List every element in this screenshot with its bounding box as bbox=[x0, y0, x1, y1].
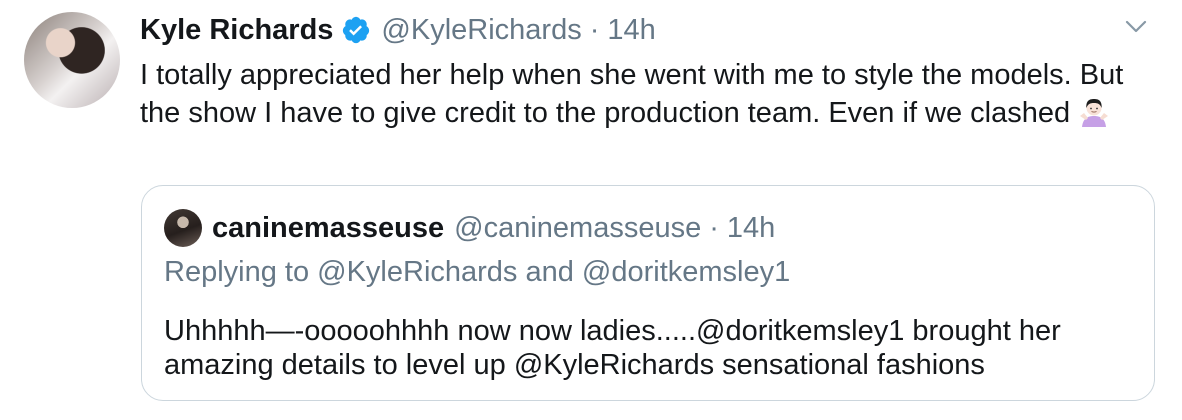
verified-badge-icon bbox=[341, 15, 371, 45]
tweet-header: Kyle Richards @KyleRichards · 14h bbox=[140, 8, 656, 52]
quoted-author-name[interactable]: caninemasseuse bbox=[212, 212, 444, 245]
quoted-separator-dot: · bbox=[709, 211, 719, 244]
author-avatar[interactable] bbox=[24, 12, 120, 108]
quoted-author-handle[interactable]: @caninemasseuse bbox=[454, 212, 701, 245]
quoted-tweet-header: caninemasseuse @caninemasseuse · 14h bbox=[164, 206, 775, 250]
quoted-tweet[interactable]: caninemasseuse @caninemasseuse · 14h Rep… bbox=[141, 185, 1155, 401]
quoted-tweet-text: Uhhhhh—-ooooohhhh now now ladies.....@do… bbox=[164, 315, 1061, 381]
tweet-text: I totally appreciated her help when she … bbox=[140, 59, 1124, 129]
replying-to: Replying to @KyleRichards and @doritkems… bbox=[164, 256, 791, 288]
author-handle[interactable]: @KyleRichards bbox=[381, 14, 581, 47]
quoted-author-avatar[interactable] bbox=[164, 209, 202, 247]
tweet-body: I totally appreciated her help when she … bbox=[140, 56, 1160, 132]
tweet-timestamp[interactable]: 14h bbox=[607, 14, 655, 47]
chevron-down-icon[interactable] bbox=[1122, 12, 1150, 40]
author-name[interactable]: Kyle Richards bbox=[140, 14, 333, 47]
person-shrugging-emoji-icon bbox=[1078, 96, 1110, 128]
quoted-timestamp[interactable]: 14h bbox=[727, 212, 775, 245]
tweet: Kyle Richards @KyleRichards · 14h I tota… bbox=[0, 0, 1182, 420]
separator-dot: · bbox=[589, 13, 600, 46]
